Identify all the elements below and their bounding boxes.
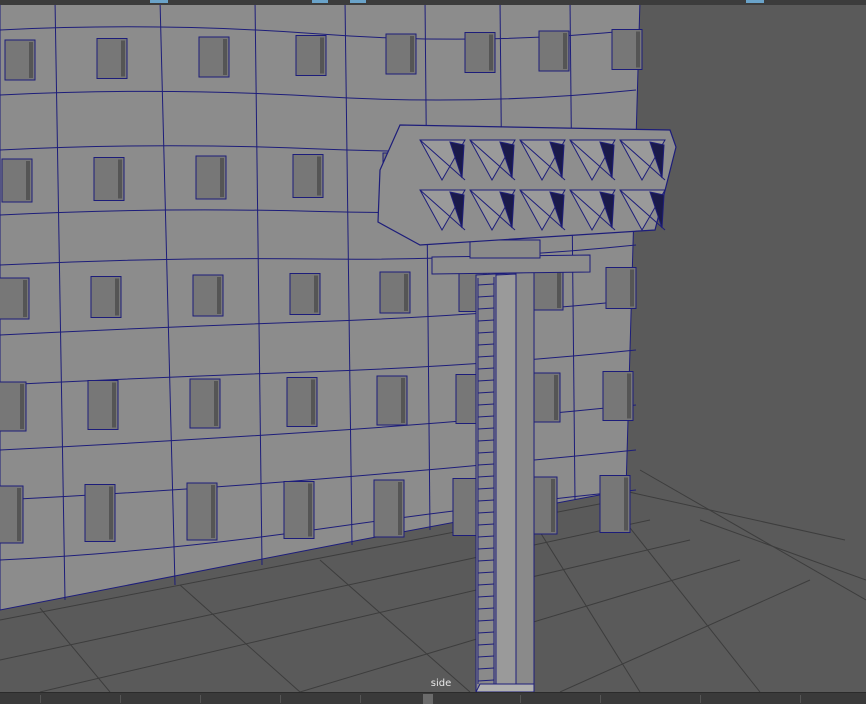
camera-name-label: side [430, 678, 452, 689]
building-facade[interactable] [0, 5, 643, 611]
time-tick [520, 695, 521, 703]
shelf-tab[interactable] [746, 0, 764, 3]
time-tick [360, 695, 361, 703]
time-tick [600, 695, 601, 703]
shelf-tab[interactable] [150, 0, 168, 3]
viewport-scene[interactable] [0, 5, 866, 692]
shelf-tab[interactable] [312, 0, 328, 3]
time-tick [800, 695, 801, 703]
time-tick [700, 695, 701, 703]
time-slider[interactable] [0, 692, 866, 704]
floodlight-head[interactable] [377, 124, 677, 246]
shelf-tab[interactable] [350, 0, 366, 3]
3d-viewport[interactable]: side [0, 5, 866, 692]
time-tick [280, 695, 281, 703]
time-tick [120, 695, 121, 703]
time-slider-icon[interactable] [423, 694, 433, 704]
time-tick [200, 695, 201, 703]
time-tick [40, 695, 41, 703]
